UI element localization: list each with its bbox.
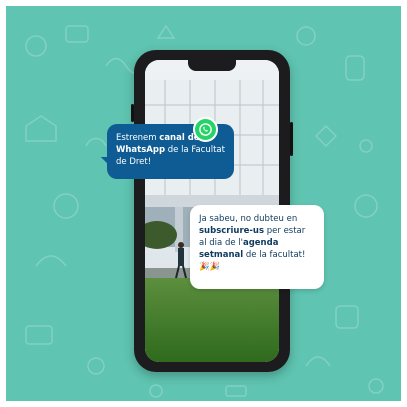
bubble-text-bold: WhatsApp — [116, 145, 166, 155]
phone-side-button — [131, 104, 134, 122]
bubble-text-bold: subscriure-us — [199, 226, 265, 236]
promo-graphic: Estrenem canal de WhatsApp de la Faculta… — [6, 6, 401, 401]
whatsapp-icon — [193, 117, 218, 142]
bubble-text: Estrenem — [116, 133, 160, 143]
info-bubble: Ja sabeu, no dubteu en subscriure-us per… — [190, 205, 324, 289]
phone-power-button — [290, 122, 293, 156]
bubble-text: Ja sabeu, no dubteu en — [199, 214, 298, 224]
phone-notch — [188, 60, 236, 71]
